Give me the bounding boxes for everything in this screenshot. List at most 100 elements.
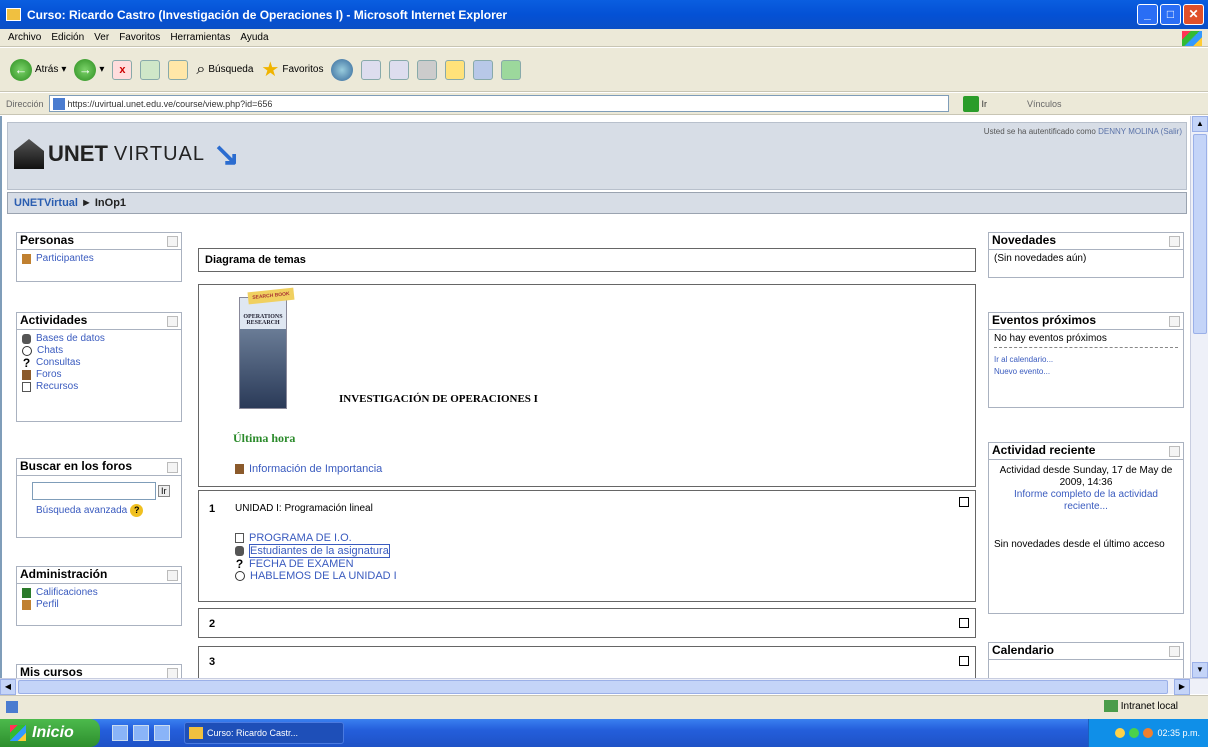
section-1-toggle[interactable] (959, 497, 969, 507)
media-player-icon[interactable] (154, 725, 170, 741)
clock: 02:35 p.m. (1157, 728, 1200, 738)
status-bar: Intranet local (0, 695, 1208, 719)
go-arrow-icon (962, 95, 979, 112)
address-input[interactable]: https://uvirtual.unet.edu.ve/course/view… (48, 95, 949, 112)
favorites-button[interactable]: ★ Favoritos (261, 57, 323, 82)
refresh-icon[interactable] (140, 59, 161, 80)
menu-ver[interactable]: Ver (94, 32, 109, 43)
tray-alert-icon[interactable] (1143, 728, 1154, 738)
star-icon: ★ (261, 59, 280, 81)
ie-quicklaunch-icon[interactable] (133, 725, 149, 741)
section-2: 2 (198, 608, 976, 638)
nuevo-evento-link[interactable]: Nuevo evento... (994, 366, 1178, 378)
grades-icon (22, 588, 31, 598)
question-icon: ? (22, 356, 31, 370)
show-desktop-icon[interactable] (112, 725, 128, 741)
section-3-toggle[interactable] (959, 656, 969, 666)
site-header: UNET VIRTUAL ↘ Usted se ha autentificado… (7, 122, 1187, 190)
menu-edicion[interactable]: Edición (51, 32, 84, 43)
logout-link[interactable]: (Salir) (1161, 127, 1182, 136)
block-novedades: Novedades (Sin novedades aún) (988, 232, 1184, 278)
start-button[interactable]: Inicio (0, 719, 100, 747)
history-icon[interactable] (331, 58, 354, 81)
bases-de-datos-link[interactable]: Bases de datos (22, 333, 176, 345)
folder-icon[interactable] (445, 59, 466, 80)
foros-link[interactable]: Foros (22, 369, 176, 381)
recursos-link[interactable]: Recursos (22, 381, 176, 393)
participantes-link[interactable]: Participantes (22, 253, 176, 265)
minimize-button[interactable]: _ (1137, 4, 1158, 25)
section-2-toggle[interactable] (959, 618, 969, 628)
fecha-examen-link[interactable]: ? FECHA DE EXAMEN (235, 558, 397, 570)
menu-archivo[interactable]: Archivo (8, 32, 41, 43)
block-administracion: Administración Calificaciones Perfil (16, 566, 182, 626)
section-1: 1 UNIDAD I: Programación lineal PROGRAMA… (198, 490, 976, 602)
estudiantes-link[interactable]: Estudiantes de la asignatura (235, 544, 397, 558)
back-button[interactable]: ← Atrás ▾ (10, 58, 66, 81)
horizontal-scroll-thumb[interactable] (18, 680, 1168, 694)
go-button[interactable]: Ir (962, 95, 987, 112)
block-actividades: Actividades Bases de datos Chats ? Consul… (16, 312, 182, 422)
calificaciones-link[interactable]: Calificaciones (22, 587, 176, 599)
database-icon (22, 334, 31, 344)
maximize-button[interactable]: □ (1160, 4, 1181, 25)
mail-icon[interactable] (361, 59, 382, 80)
research-icon[interactable] (473, 59, 494, 80)
search-go-button[interactable]: Ir (158, 485, 170, 497)
section-3: 3 (198, 646, 976, 678)
links-label[interactable]: Vínculos (1027, 99, 1062, 109)
windows-flag-icon (10, 725, 26, 741)
home-icon[interactable] (168, 59, 189, 80)
scroll-down-icon[interactable]: ▼ (1192, 662, 1208, 678)
vertical-scrollbar[interactable]: ▲ ▼ (1190, 116, 1208, 678)
info-importancia-link[interactable]: Información de Importancia (235, 463, 382, 475)
consultas-link[interactable]: ? Consultas (22, 357, 176, 369)
stop-icon[interactable]: x (112, 59, 133, 80)
chat-icon (22, 346, 32, 356)
section-0: SEARCH BOOK OPERATIONS RESEARCH INVESTIGA… (198, 284, 976, 487)
back-arrow-icon: ← (10, 58, 32, 81)
tray-network-icon[interactable] (1115, 728, 1126, 738)
magnifier-icon: ⌕ (196, 60, 206, 78)
messenger-icon[interactable] (501, 59, 522, 80)
security-zone: Intranet local (1103, 700, 1178, 712)
advanced-search-link[interactable]: Búsqueda avanzada (36, 505, 127, 517)
unet-logo: UNET VIRTUAL ↘ (14, 135, 240, 173)
search-button[interactable]: ⌕ Búsqueda (196, 61, 253, 79)
informe-actividad-link[interactable]: Informe completo de la actividad recient… (994, 489, 1178, 513)
menu-ayuda[interactable]: Ayuda (240, 32, 268, 43)
block-eventos: Eventos próximos No hay eventos próximos… (988, 312, 1184, 408)
hablemos-link[interactable]: HABLEMOS DE LA UNIDAD I (235, 570, 397, 582)
scroll-right-icon[interactable]: ▶ (1174, 679, 1190, 695)
print-icon[interactable] (389, 59, 410, 80)
address-label: Dirección (6, 98, 44, 109)
scroll-up-icon[interactable]: ▲ (1192, 116, 1208, 132)
edit-icon[interactable] (417, 59, 438, 80)
horizontal-scrollbar[interactable]: ◀ ▶ (0, 678, 1208, 695)
breadcrumb-course: InOp1 (94, 197, 127, 209)
close-button[interactable]: ✕ (1183, 4, 1204, 25)
taskbar-ie-window[interactable]: Curso: Ricardo Castr... (184, 722, 344, 744)
programa-io-link[interactable]: PROGRAMA DE I.O. (235, 532, 397, 544)
page-icon (52, 97, 65, 110)
ir-calendario-link[interactable]: Ir al calendario... (994, 354, 1178, 366)
menu-herramientas[interactable]: Herramientas (170, 32, 230, 43)
tray-shield-icon[interactable] (1129, 728, 1140, 738)
login-user-link[interactable]: DENNY MOLINA (1098, 127, 1158, 136)
book-cover-image: SEARCH BOOK OPERATIONS RESEARCH (239, 287, 295, 409)
menu-favoritos[interactable]: Favoritos (119, 32, 160, 43)
chat-icon (235, 571, 245, 581)
resource-icon (235, 533, 244, 543)
forward-button[interactable]: → ▾ (74, 58, 104, 81)
help-icon[interactable]: ? (130, 504, 144, 517)
menu-bar: Archivo Edición Ver Favoritos Herramient… (0, 29, 1208, 47)
breadcrumb-home[interactable]: UNETVirtual (14, 197, 78, 209)
forum-search-input[interactable] (32, 482, 156, 500)
chats-link[interactable]: Chats (22, 345, 176, 357)
vertical-scroll-thumb[interactable] (1193, 134, 1207, 334)
perfil-link[interactable]: Perfil (22, 599, 176, 611)
logo-arrow-icon: ↘ (213, 136, 240, 172)
window-title: Curso: Ricardo Castro (Investigación de … (27, 7, 508, 22)
scroll-left-icon[interactable]: ◀ (0, 679, 16, 695)
block-mis-cursos: Mis cursos (16, 664, 182, 678)
